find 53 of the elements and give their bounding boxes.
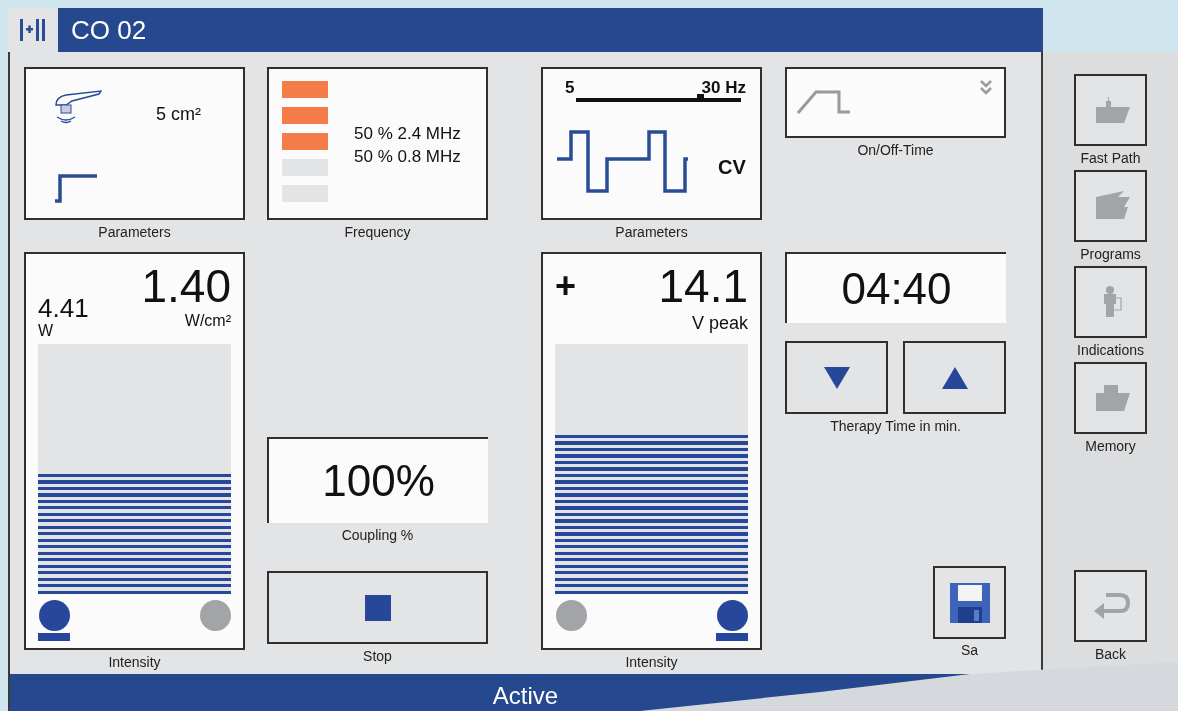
sidebar-button[interactable] <box>1074 266 1147 338</box>
frequency-text: 50 % 0.8 MHz <box>354 146 461 168</box>
caption: Programs <box>1080 245 1141 264</box>
step-waveform-icon <box>54 173 98 203</box>
caption: Back <box>1094 645 1127 664</box>
triangle-up-icon <box>941 366 968 389</box>
on-off-time-card[interactable] <box>785 67 1006 138</box>
triangle-down-icon <box>823 366 850 389</box>
power-value: 4.41 <box>38 294 89 322</box>
frequency-max: 30 Hz <box>701 77 746 99</box>
square-wave-icon <box>555 129 691 195</box>
caption: Indications <box>1077 341 1144 360</box>
caption: Therapy Time in min. <box>829 417 962 436</box>
ramp-icon <box>797 89 851 115</box>
parameters-card[interactable]: 5 30 Hz CV <box>541 67 762 220</box>
caption: Parameters <box>97 223 172 242</box>
time-display: 04:40 <box>785 252 1006 323</box>
stop-icon <box>364 594 391 621</box>
polarity-sign: + <box>555 264 577 308</box>
selection-bar <box>716 633 748 641</box>
caption: Sa <box>959 641 980 660</box>
time-down-button[interactable] <box>785 341 888 414</box>
selection-bar <box>38 633 70 641</box>
frequency-min: 5 <box>565 77 575 99</box>
frequency-card[interactable]: 50 % 2.4 MHz 50 % 0.8 MHz <box>267 67 488 220</box>
stop-button[interactable] <box>267 571 488 644</box>
caption: Intensity <box>107 653 162 672</box>
caption: Frequency <box>343 223 412 242</box>
time-up-button[interactable] <box>903 341 1006 414</box>
caption: Intensity <box>624 653 679 672</box>
caption: Parameters <box>614 223 689 242</box>
intensity-value: 1.40 <box>141 260 231 312</box>
parameters-card[interactable]: 5 cm² <box>24 67 245 220</box>
caption: On/Off-Time <box>856 141 935 160</box>
caption: Stop <box>362 647 393 666</box>
mode-text: CV <box>718 155 746 180</box>
caption: Fast Path <box>1080 149 1141 168</box>
sidebar-button[interactable] <box>1074 74 1147 146</box>
coupling-display: 100% <box>267 437 488 523</box>
caption: Coupling % <box>340 526 415 545</box>
intensity-unit: W/cm² <box>184 312 231 330</box>
double-chevron-icon <box>980 79 992 95</box>
save-button[interactable] <box>933 566 1006 639</box>
caption: Memory <box>1085 437 1136 456</box>
window-title: CO 02 <box>71 14 147 47</box>
power-unit: W <box>38 322 55 340</box>
area-value: 5 cm² <box>156 103 201 126</box>
intensity-unit: V peak <box>691 312 748 334</box>
sidebar-button[interactable] <box>1074 362 1147 434</box>
sidebar-button[interactable] <box>1074 170 1147 242</box>
back-button[interactable] <box>1074 570 1147 642</box>
intensity-value: 14.1 <box>658 260 748 312</box>
frequency-text: 50 % 2.4 MHz <box>354 123 461 145</box>
